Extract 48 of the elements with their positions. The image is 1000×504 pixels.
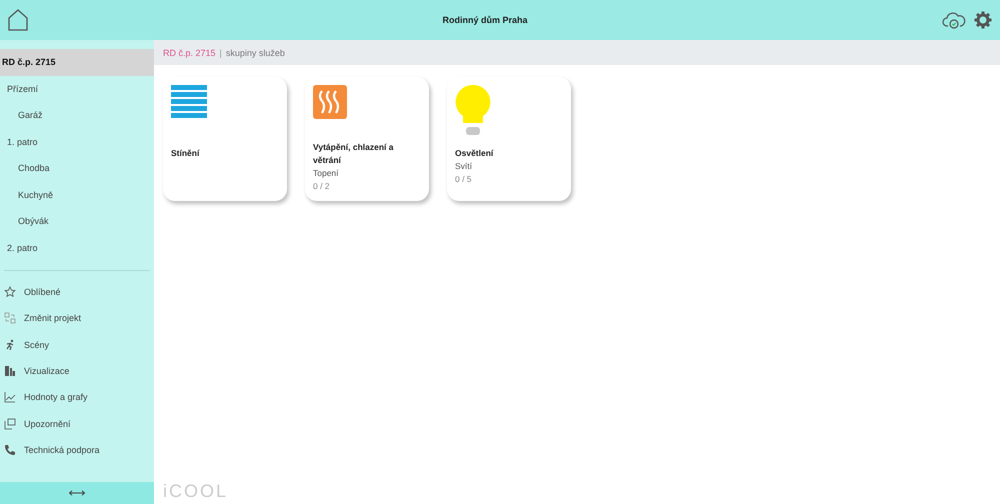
blinds-icon <box>171 85 207 119</box>
card-title: Osvětlení <box>455 147 494 160</box>
tree-item[interactable]: RD č.p. 2715 <box>0 49 154 76</box>
breadcrumb-separator: | <box>220 48 222 58</box>
resize-arrow-icon[interactable] <box>69 490 85 496</box>
cloud-check-icon[interactable] <box>942 11 966 29</box>
tree-item[interactable]: 2. patro <box>0 234 154 261</box>
breadcrumb-current: skupiny služeb <box>226 48 285 58</box>
swap-icon <box>4 312 16 324</box>
menu-label: Oblíbené <box>24 287 61 298</box>
app-title: Rodinný dům Praha <box>442 15 528 25</box>
card-count: 0 / 5 <box>455 173 473 186</box>
menu-item[interactable]: Hodnoty a grafy <box>0 384 154 410</box>
menu-item[interactable]: Scény <box>0 332 154 358</box>
menu-item[interactable]: Upozornění <box>0 410 154 437</box>
heater-icon <box>313 85 347 119</box>
service-card[interactable]: Vytápění, chlazení a větrání Topení 0 / 2 <box>305 77 429 201</box>
menu-label: Upozornění <box>24 418 71 429</box>
menu-label: Technická podpora <box>24 444 100 455</box>
menu-label: Hodnoty a grafy <box>24 392 88 402</box>
service-card[interactable]: Osvětlení Svítí 0 / 5 <box>447 77 571 201</box>
menu-item[interactable]: Oblíbené <box>0 279 154 306</box>
menu-item[interactable]: Vizualizace <box>0 358 154 384</box>
notification-icon <box>4 418 16 430</box>
tree-item[interactable]: Garáž <box>0 102 154 128</box>
menu-item[interactable]: Technická podpora <box>0 436 154 464</box>
dashboard-icon <box>4 365 16 378</box>
star-icon <box>4 286 16 298</box>
tree-item[interactable]: Přízemí <box>0 76 154 102</box>
menu-label: Scény <box>24 340 50 350</box>
service-card[interactable]: Stínění <box>163 77 287 201</box>
menu-item[interactable]: Změnit projekt <box>0 305 154 332</box>
menu-label: Změnit projekt <box>24 313 82 324</box>
card-subtitle: Svítí <box>455 160 474 173</box>
card-subtitle: Topení <box>313 167 340 180</box>
card-title: Vytápění, chlazení a větrání <box>313 141 394 167</box>
tree-item[interactable]: 1. patro <box>0 128 154 155</box>
line-chart-icon <box>4 391 16 404</box>
tree-item[interactable]: Chodba <box>0 155 154 182</box>
card-count: 0 / 2 <box>313 180 331 193</box>
card-title: Stínění <box>171 147 200 160</box>
tree-item[interactable]: Kuchyně <box>0 182 154 208</box>
phone-icon <box>4 444 16 456</box>
running-figure-icon <box>4 338 16 351</box>
home-icon[interactable] <box>8 9 28 31</box>
menu-label: Vizualizace <box>24 366 70 376</box>
settings-icon[interactable] <box>974 11 992 29</box>
tree-item[interactable]: Obývák <box>0 208 154 234</box>
